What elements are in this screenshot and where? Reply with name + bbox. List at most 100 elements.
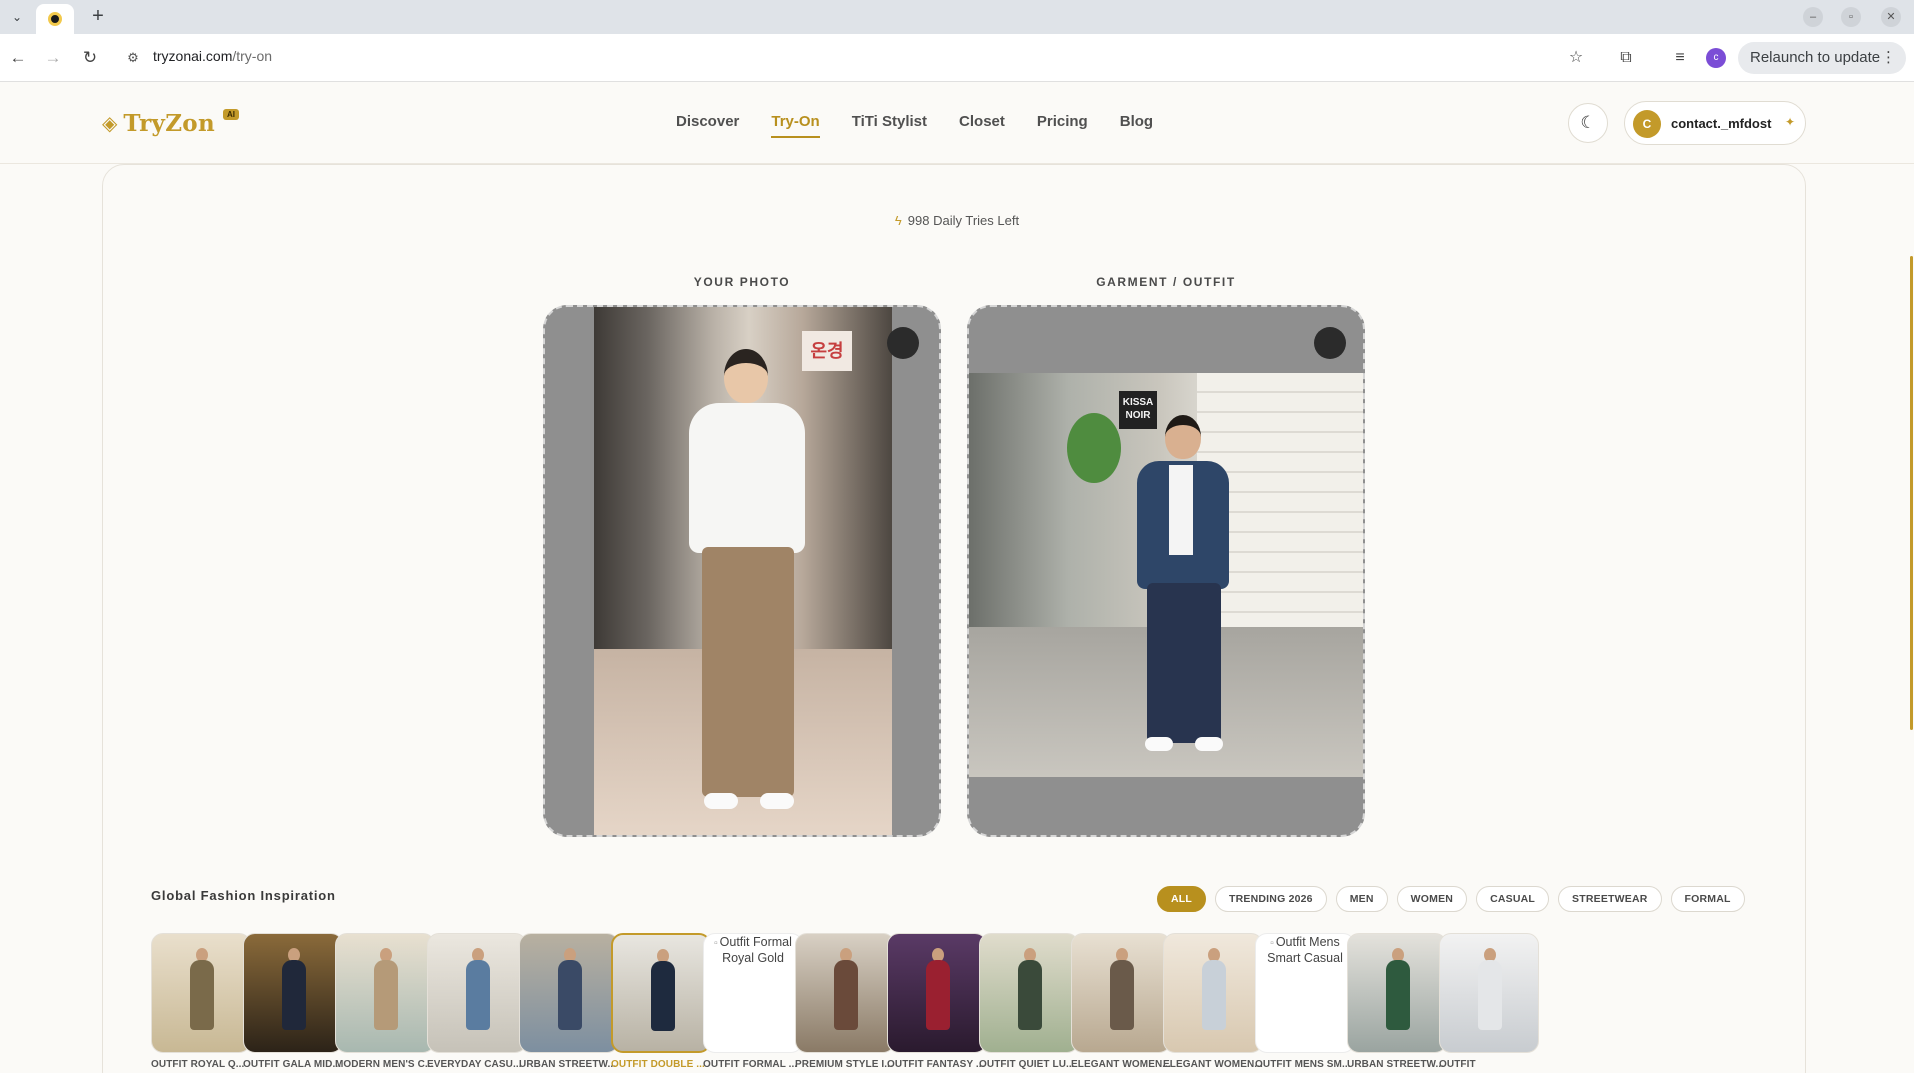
inspiration-item[interactable]: ELEGANT WOMEN... — [1163, 933, 1263, 1070]
outfit-thumbnail — [1071, 933, 1171, 1053]
nav-closet[interactable]: Closet — [959, 113, 1005, 130]
outfit-thumbnail — [887, 933, 987, 1053]
white-shirt — [689, 403, 805, 553]
theme-toggle-moon-icon[interactable]: ☾ — [1568, 103, 1608, 143]
ai-badge: AI — [222, 109, 239, 120]
site-favicon-icon — [48, 12, 62, 26]
back-icon[interactable]: ← — [6, 46, 30, 70]
extensions-icon[interactable]: ⧉ — [1614, 46, 1638, 70]
remove-photo-button[interactable] — [887, 327, 919, 359]
filter-formal[interactable]: FORMAL — [1670, 886, 1745, 912]
tab-search-icon[interactable]: ⌄ — [6, 6, 28, 28]
remove-garment-button[interactable] — [1314, 327, 1346, 359]
inspiration-item[interactable]: OUTFIT GALA MID... — [243, 933, 343, 1070]
inspiration-item[interactable]: URBAN STREETW... — [1347, 933, 1447, 1070]
address-bar[interactable]: tryzonai.com/try-on — [153, 48, 272, 64]
user-name: contact._mfdost — [1671, 116, 1772, 131]
site-info-icon[interactable]: ⚙ — [122, 46, 144, 70]
figure-outfit — [1202, 960, 1226, 1030]
sneaker-left — [1145, 737, 1173, 751]
filter-streetwear[interactable]: STREETWEAR — [1558, 886, 1662, 912]
filter-trending[interactable]: TRENDING 2026 — [1215, 886, 1327, 912]
figure-outfit — [651, 961, 675, 1031]
page-scrollbar[interactable] — [1910, 256, 1913, 730]
new-tab-button[interactable]: + — [86, 5, 110, 29]
minimize-icon[interactable]: – — [1803, 7, 1823, 27]
reload-icon[interactable]: ↻ — [78, 46, 102, 70]
outfit-thumbnail — [1163, 933, 1263, 1053]
nav-try-on[interactable]: Try-On — [771, 113, 821, 138]
inspiration-title: Global Fashion Inspiration — [151, 888, 336, 903]
diamond-icon: ◈ — [102, 113, 118, 135]
inspiration-item[interactable]: OUTFIT QUIET LU... — [979, 933, 1079, 1070]
inspiration-item-label: ELEGANT WOMEN... — [1071, 1059, 1171, 1070]
user-menu-button[interactable]: C contact._mfdost ✦ — [1624, 101, 1806, 145]
nav-titi-stylist[interactable]: TiTi Stylist — [852, 113, 927, 130]
nav-discover[interactable]: Discover — [676, 113, 739, 130]
bookmark-star-icon[interactable]: ☆ — [1564, 46, 1588, 70]
outfit-thumbnail — [1347, 933, 1447, 1053]
filter-all[interactable]: ALL — [1157, 886, 1207, 912]
broken-image-icon: ▫ — [714, 938, 718, 949]
inspiration-item-label: OUTFIT FANTASY ... — [887, 1059, 985, 1070]
shoe-left — [704, 793, 738, 809]
inspiration-item-label: OUTFIT ROYAL Q... — [151, 1059, 245, 1070]
figure-outfit — [926, 960, 950, 1030]
filter-chips: ALL TRENDING 2026 MEN WOMEN CASUAL STREE… — [1157, 886, 1754, 912]
outfit-thumbnail — [427, 933, 527, 1053]
figure-outfit — [282, 960, 306, 1030]
inspiration-item[interactable]: OUTFIT DOUBLE ... — [611, 933, 711, 1070]
filter-casual[interactable]: CASUAL — [1476, 886, 1550, 912]
inspiration-item-label: EVERYDAY CASU... — [427, 1059, 522, 1070]
inspiration-item[interactable]: MODERN MEN'S C... — [335, 933, 435, 1070]
inspiration-item[interactable]: OUTFIT — [1439, 933, 1539, 1070]
inspiration-item[interactable]: OUTFIT ROYAL Q... — [151, 933, 251, 1070]
inspiration-item-label: OUTFIT FORMAL ... — [703, 1059, 798, 1070]
person-head — [724, 349, 768, 403]
figure-outfit — [190, 960, 214, 1030]
forward-icon[interactable]: → — [41, 46, 65, 70]
inspiration-item[interactable]: OUTFIT FANTASY ... — [887, 933, 987, 1070]
outfit-thumbnail — [519, 933, 619, 1053]
restore-icon[interactable]: ▫ — [1841, 7, 1861, 27]
shop-sign: KISSA NOIR — [1119, 391, 1157, 429]
tree — [1067, 413, 1121, 483]
figure-outfit — [1110, 960, 1134, 1030]
filter-men[interactable]: MEN — [1335, 886, 1388, 912]
alt-text: Outfit Formal Royal Gold — [719, 935, 792, 965]
inspiration-item[interactable]: EVERYDAY CASU... — [427, 933, 527, 1070]
inspiration-item[interactable]: ▫ Outfit Formal Royal Gold OUTFIT FORMAL .… — [703, 933, 803, 1070]
figure-outfit — [1386, 960, 1410, 1030]
nav-blog[interactable]: Blog — [1120, 113, 1153, 130]
profile-avatar[interactable]: c — [1706, 48, 1726, 68]
inspiration-item[interactable]: ELEGANT WOMEN... — [1071, 933, 1171, 1070]
media-controls-icon[interactable]: ≡ — [1668, 46, 1692, 70]
khaki-pants — [702, 547, 794, 797]
garment-label: GARMENT / OUTFIT — [1096, 275, 1236, 289]
inspiration-item[interactable]: PREMIUM STYLE I... — [795, 933, 895, 1070]
kebab-menu-icon[interactable]: ⋮ — [1881, 42, 1896, 74]
inspiration-item-label: ELEGANT WOMEN... — [1163, 1059, 1263, 1070]
inspiration-item[interactable]: ▫ Outfit Mens Smart Casual OUTFIT MENS SM.… — [1255, 933, 1355, 1070]
figure-outfit — [1018, 960, 1042, 1030]
inspiration-item-label: OUTFIT MENS SM... — [1255, 1059, 1351, 1070]
garment-photo: KISSA NOIR — [969, 373, 1363, 777]
browser-toolbar: ← → ↻ ⚙ tryzonai.com/try-on ☆ ⧉ ≡ c Rela… — [0, 34, 1914, 82]
broken-image-alt: ▫ Outfit Mens Smart Casual — [1255, 933, 1355, 1053]
your-photo-label: YOUR PHOTO — [693, 275, 791, 289]
nav-pricing[interactable]: Pricing — [1037, 113, 1088, 130]
your-photo-dropzone[interactable]: 온경 — [543, 305, 941, 837]
inspiration-item[interactable]: URBAN STREETW... — [519, 933, 619, 1070]
main-nav: Discover Try-On TiTi Stylist Closet Pric… — [676, 113, 1185, 138]
logo[interactable]: ◈ TryZon AI — [102, 109, 239, 137]
close-window-icon[interactable]: ✕ — [1881, 7, 1901, 27]
relaunch-button[interactable]: Relaunch to update ⋮ — [1738, 42, 1906, 74]
filter-women[interactable]: WOMEN — [1396, 886, 1468, 912]
outfit-thumbnail — [795, 933, 895, 1053]
broken-image-icon: ▫ — [1270, 938, 1274, 949]
lightning-icon: ϟ — [894, 213, 902, 228]
browser-tab[interactable] — [36, 4, 74, 34]
garment-dropzone[interactable]: KISSA NOIR — [967, 305, 1365, 837]
inspiration-item-label: OUTFIT QUIET LU... — [979, 1059, 1075, 1070]
figure-outfit — [1478, 960, 1502, 1030]
